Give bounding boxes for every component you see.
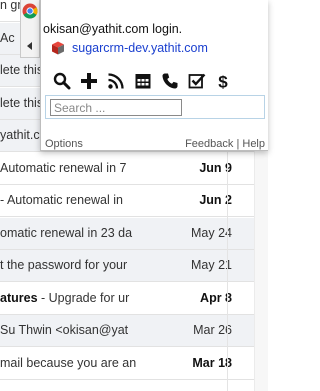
- login-status: okisan@yathit.com login.: [43, 22, 183, 36]
- email-subject-bold: atures: [0, 291, 38, 305]
- email-date: May 24: [191, 226, 232, 240]
- dollar-icon[interactable]: $: [214, 72, 232, 91]
- email-subject-text: lete this: [0, 96, 44, 110]
- search-box: [45, 95, 265, 119]
- popup-footer: Options Feedback | Help: [45, 138, 265, 150]
- email-subject-text: - Automatic renewal in: [0, 193, 123, 207]
- phone-icon[interactable]: [161, 72, 179, 90]
- search-input[interactable]: [50, 99, 182, 116]
- sugarcrm-cube-icon: [52, 41, 64, 55]
- task-checkbox-icon[interactable]: [188, 72, 206, 90]
- calendar-icon[interactable]: [134, 72, 152, 90]
- chrome-logo-icon: [22, 3, 38, 19]
- email-subject-text: mail because you are an: [0, 356, 137, 370]
- site-link[interactable]: sugarcrm-dev.yathit.com: [72, 40, 208, 56]
- email-subject-text: - Upgrade for ur: [37, 291, 130, 305]
- help-link[interactable]: Help: [242, 138, 265, 150]
- email-subject-text: Su Thwin <okisan@yat: [0, 323, 129, 337]
- email-subject-text: lete this: [0, 63, 44, 77]
- rss-icon[interactable]: [107, 72, 125, 90]
- collapse-arrow-icon[interactable]: [27, 42, 32, 50]
- help-links: Feedback | Help: [185, 138, 265, 150]
- sidebar-toggle-tab[interactable]: [20, 0, 40, 58]
- email-subject-text: Automatic renewal in 7: [0, 161, 127, 175]
- email-subject-text: t the password for your: [0, 258, 128, 272]
- search-icon[interactable]: [53, 72, 71, 90]
- email-subject-text: Ac: [0, 31, 15, 45]
- toolbar: $: [51, 72, 251, 90]
- feedback-link[interactable]: Feedback: [185, 138, 233, 150]
- email-date: May 21: [191, 258, 232, 272]
- email-subject-text: omatic renewal in 23 da: [0, 226, 133, 240]
- svg-text:$: $: [218, 73, 228, 91]
- options-link[interactable]: Options: [45, 138, 83, 150]
- add-icon[interactable]: [80, 72, 98, 90]
- extension-popup: okisan@yathit.com login. sugarcrm-dev.ya…: [40, 0, 268, 151]
